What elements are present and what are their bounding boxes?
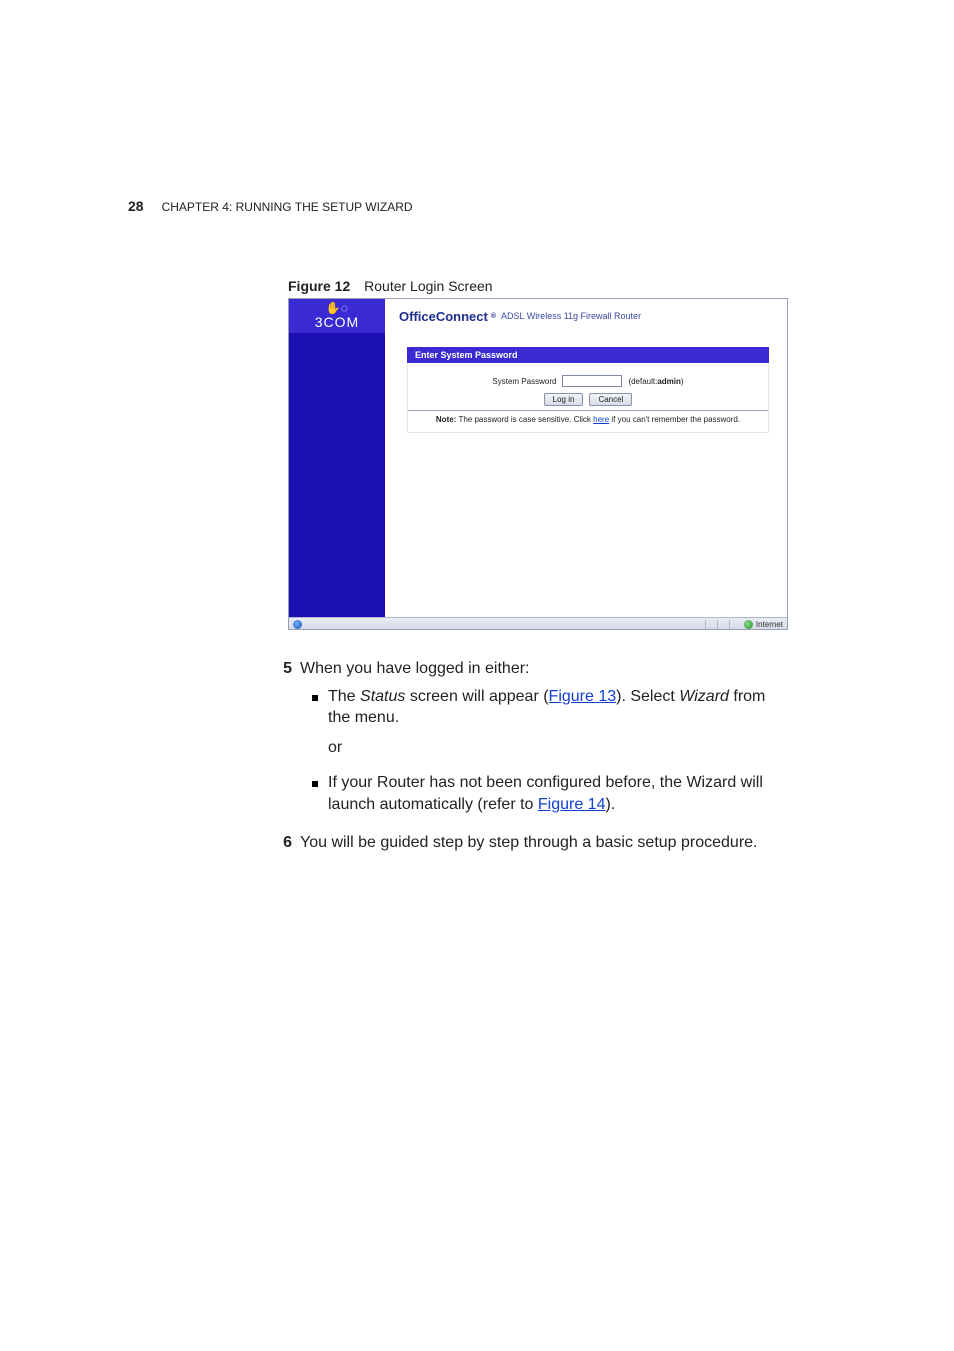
panel-title: Enter System Password — [407, 347, 769, 363]
screenshot-body: Enter System Password System Password (d… — [289, 333, 787, 617]
figure-14-link[interactable]: Figure 14 — [538, 796, 606, 813]
ie-icon — [293, 620, 302, 629]
bullet-2: If your Router has not been configured b… — [312, 772, 782, 815]
password-note: Note: The password is case sensitive. Cl… — [418, 415, 758, 424]
figure-caption: Figure 12 Router Login Screen — [288, 278, 493, 294]
page-number: 28 — [128, 198, 144, 214]
login-form: System Password (default:admin) Log in C… — [407, 363, 769, 433]
figure-13-link[interactable]: Figure 13 — [549, 688, 617, 705]
brand-registered-icon: ® — [491, 313, 496, 320]
figure-title: Router Login Screen — [364, 278, 492, 294]
cancel-button[interactable]: Cancel — [589, 393, 632, 406]
browser-status-bar: Internet — [289, 617, 787, 630]
router-login-screenshot: ✋◌ 3COM OfficeConnect® ADSL Wireless 11g… — [288, 298, 788, 630]
step-6: 6 You will be guided step by step throug… — [270, 832, 782, 854]
status-right: Internet — [705, 620, 783, 630]
square-bullet-icon — [312, 695, 318, 701]
screenshot-header: ✋◌ 3COM OfficeConnect® ADSL Wireless 11g… — [289, 299, 787, 333]
brand-logo-text: 3COM — [315, 314, 359, 330]
status-screen-name: Status — [360, 688, 405, 705]
password-input[interactable] — [562, 375, 622, 387]
login-button[interactable]: Log in — [544, 393, 584, 406]
square-bullet-icon — [312, 781, 318, 787]
status-zone-label: Internet — [756, 620, 783, 629]
password-default-hint: (default:admin) — [628, 377, 683, 386]
internet-zone-icon — [744, 620, 753, 629]
button-row: Log in Cancel — [418, 393, 758, 406]
password-label: System Password — [492, 377, 556, 386]
brand-logo: ✋◌ 3COM — [289, 299, 385, 333]
figure-label: Figure 12 — [288, 278, 350, 294]
chapter-label: CHAPTER 4: RUNNING THE SETUP WIZARD — [162, 200, 413, 214]
status-cells — [705, 620, 741, 630]
brand-name: OfficeConnect — [399, 309, 488, 324]
globe-hand-icon: ✋◌ — [325, 302, 348, 314]
running-header: 28 CHAPTER 4: RUNNING THE SETUP WIZARD — [128, 198, 413, 214]
body-text: 5 When you have logged in either: The St… — [270, 658, 782, 863]
status-left — [293, 620, 302, 629]
forgot-password-link[interactable]: here — [593, 415, 609, 424]
password-row: System Password (default:admin) — [418, 375, 758, 387]
left-sidebar — [289, 333, 385, 617]
or-separator: or — [328, 737, 782, 759]
step-5-intro: When you have logged in either: — [300, 658, 782, 680]
wizard-menu-name: Wizard — [679, 688, 729, 705]
step-number-5: 5 — [270, 658, 292, 822]
divider — [408, 410, 768, 411]
step-6-text: You will be guided step by step through … — [300, 832, 782, 854]
product-title-bar: OfficeConnect® ADSL Wireless 11g Firewal… — [385, 299, 787, 333]
main-panel: Enter System Password System Password (d… — [385, 333, 787, 617]
step-number-6: 6 — [270, 832, 292, 854]
bullet-1: The Status screen will appear (Figure 13… — [312, 686, 782, 767]
product-name: ADSL Wireless 11g Firewall Router — [501, 311, 641, 321]
step-5: 5 When you have logged in either: The St… — [270, 658, 782, 822]
